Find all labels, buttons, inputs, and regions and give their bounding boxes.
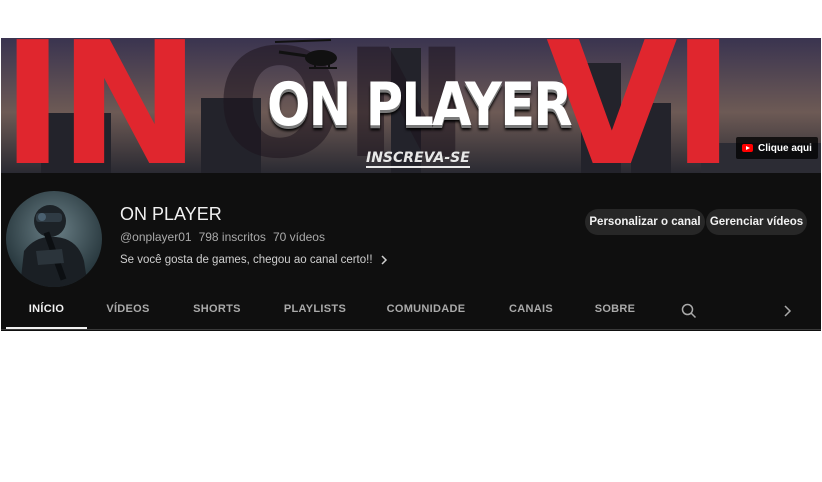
banner-decor-letters: IN [1, 38, 201, 173]
tab-videos[interactable]: VÍDEOS [99, 293, 157, 329]
channel-banner: IN ON VI ON PLAYER INSCREVA-SE Clique aq… [1, 38, 821, 173]
banner-link[interactable]: Clique aqui [736, 137, 818, 159]
channel-handle: @onplayer01 [120, 230, 192, 244]
soldier-avatar-icon [20, 205, 88, 287]
tab-sobre[interactable]: SOBRE [587, 293, 643, 329]
subscriber-count: 798 inscritos [198, 230, 266, 244]
youtube-icon [742, 144, 753, 152]
channel-meta: @onplayer01 798 inscritos 70 vídeos [120, 230, 325, 244]
tab-inicio[interactable]: INÍCIO [6, 293, 87, 329]
banner-decor-letters: VI [546, 38, 735, 173]
tab-shorts[interactable]: SHORTS [187, 293, 247, 329]
manage-videos-button[interactable]: Gerenciar vídeos [706, 209, 807, 235]
search-icon[interactable] [681, 303, 697, 319]
channel-description-text: Se você gosta de games, chegou ao canal … [120, 254, 373, 266]
tab-canais[interactable]: CANAIS [501, 293, 561, 329]
divider [1, 329, 821, 330]
chevron-right-icon [381, 255, 387, 265]
tab-playlists[interactable]: PLAYLISTS [277, 293, 353, 329]
avatar[interactable] [6, 191, 102, 287]
banner-subtitle: INSCREVA-SE [366, 150, 470, 168]
banner-title: ON PLAYER [267, 70, 573, 140]
channel-name: ON PLAYER [120, 204, 222, 224]
chevron-right-icon[interactable] [781, 304, 793, 318]
tab-comunidade[interactable]: COMUNIDADE [381, 293, 471, 329]
channel-page: IN ON VI ON PLAYER INSCREVA-SE Clique aq… [1, 38, 821, 331]
banner-link-label: Clique aqui [758, 142, 812, 154]
video-count: 70 vídeos [272, 230, 325, 244]
channel-tabs: INÍCIO VÍDEOS SHORTS PLAYLISTS COMUNIDAD… [1, 293, 821, 329]
customize-channel-button[interactable]: Personalizar o canal [585, 209, 705, 235]
channel-description[interactable]: Se você gosta de games, chegou ao canal … [120, 254, 389, 266]
